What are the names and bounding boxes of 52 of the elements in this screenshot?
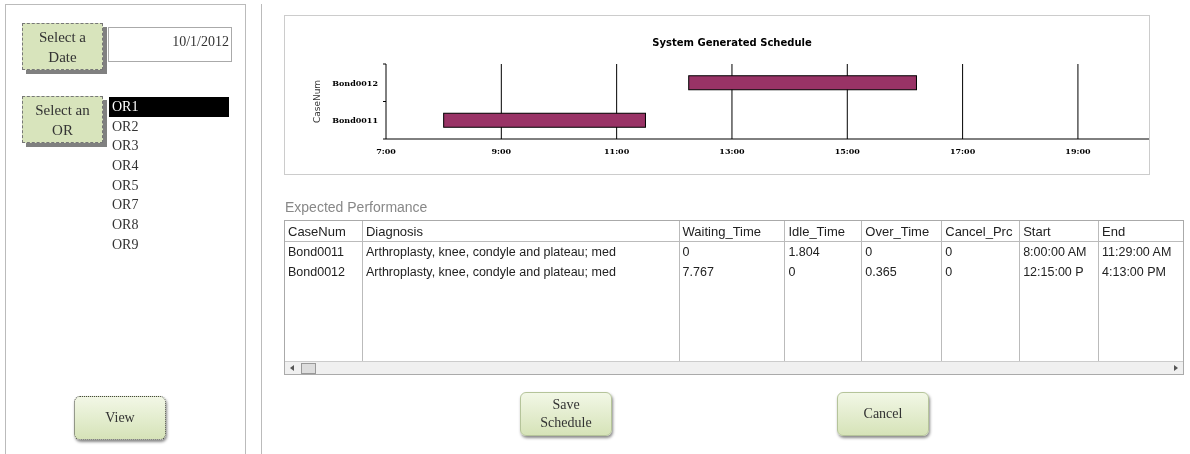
scroll-right-icon[interactable] [1172,364,1180,372]
table-cell-text: 12:15:00 P [1022,264,1085,281]
list-item[interactable]: OR3 [109,136,229,157]
list-item[interactable]: OR7 [109,195,229,216]
axis-label: Bond0011 [332,115,378,126]
column-header[interactable]: CaseNum [285,221,362,242]
date-field[interactable]: 10/1/2012 [108,27,232,62]
table-cell-text: 0 [681,244,691,261]
axis-label: 15:00 [834,146,860,156]
scrollbar[interactable] [285,361,1183,374]
column-header[interactable]: Cancel_Prc [942,221,1020,242]
list-item[interactable]: OR4 [109,156,229,176]
axis-title: CaseNum [312,79,322,124]
column-header[interactable]: Diagnosis [362,221,679,242]
axis-label: 7:00 [376,146,396,156]
table-cell-text: 0 [944,264,954,281]
table-cell-text: 0 [864,244,874,261]
table-cell-text: 0.365 [864,264,898,281]
view-button[interactable]: View [74,396,166,440]
table-cell-text: 8:00:00 AM [1022,244,1088,261]
action-button[interactable]: Cancel [837,392,929,436]
table-cell-text: 4:13:00 PM [1101,264,1167,281]
scroll-left-icon[interactable] [288,364,296,372]
table-cell-text: 11:29:00 AM [1101,244,1173,261]
table-cell-text: 0 [787,264,797,281]
column-header[interactable]: Start [1020,221,1099,242]
table-cell-text: Bond0012 [287,264,346,281]
action-button[interactable]: Save Schedule [520,392,612,436]
column-header[interactable]: Waiting_Time [679,221,785,242]
chart-title: System Generated Schedule [652,37,812,48]
axis-label: 17:00 [950,146,976,156]
list-item[interactable]: OR8 [109,215,229,235]
scroll-thumb[interactable] [301,362,316,374]
axis-label: 9:00 [491,146,512,156]
column-header[interactable]: Idle_Time [785,221,862,242]
table-cell-text: 0 [944,244,954,261]
list-item[interactable]: OR1 [109,97,229,117]
section-title: Expected Performance [285,199,429,216]
table-cell-text: Arthroplasty, knee, condyle and plateau; med [364,264,617,281]
table-cell-text: Bond0011 [287,244,346,261]
table-cell-text: 7.767 [681,264,715,281]
axis-label: 11:00 [604,146,630,156]
table-cell-text: 1.804 [787,244,821,261]
list-item[interactable]: OR2 [109,116,229,137]
column-header[interactable]: End [1099,221,1183,242]
table-cell-text: Arthroplasty, knee, condyle and plateau; med [364,244,617,261]
axis-label: 13:00 [719,146,745,156]
column-header[interactable]: Over_Time [862,221,942,242]
axis-label: 19:00 [1065,146,1091,156]
list-item[interactable]: OR9 [109,234,229,255]
axis-label: Bond0012 [332,77,378,88]
list-item[interactable]: OR5 [109,175,229,196]
